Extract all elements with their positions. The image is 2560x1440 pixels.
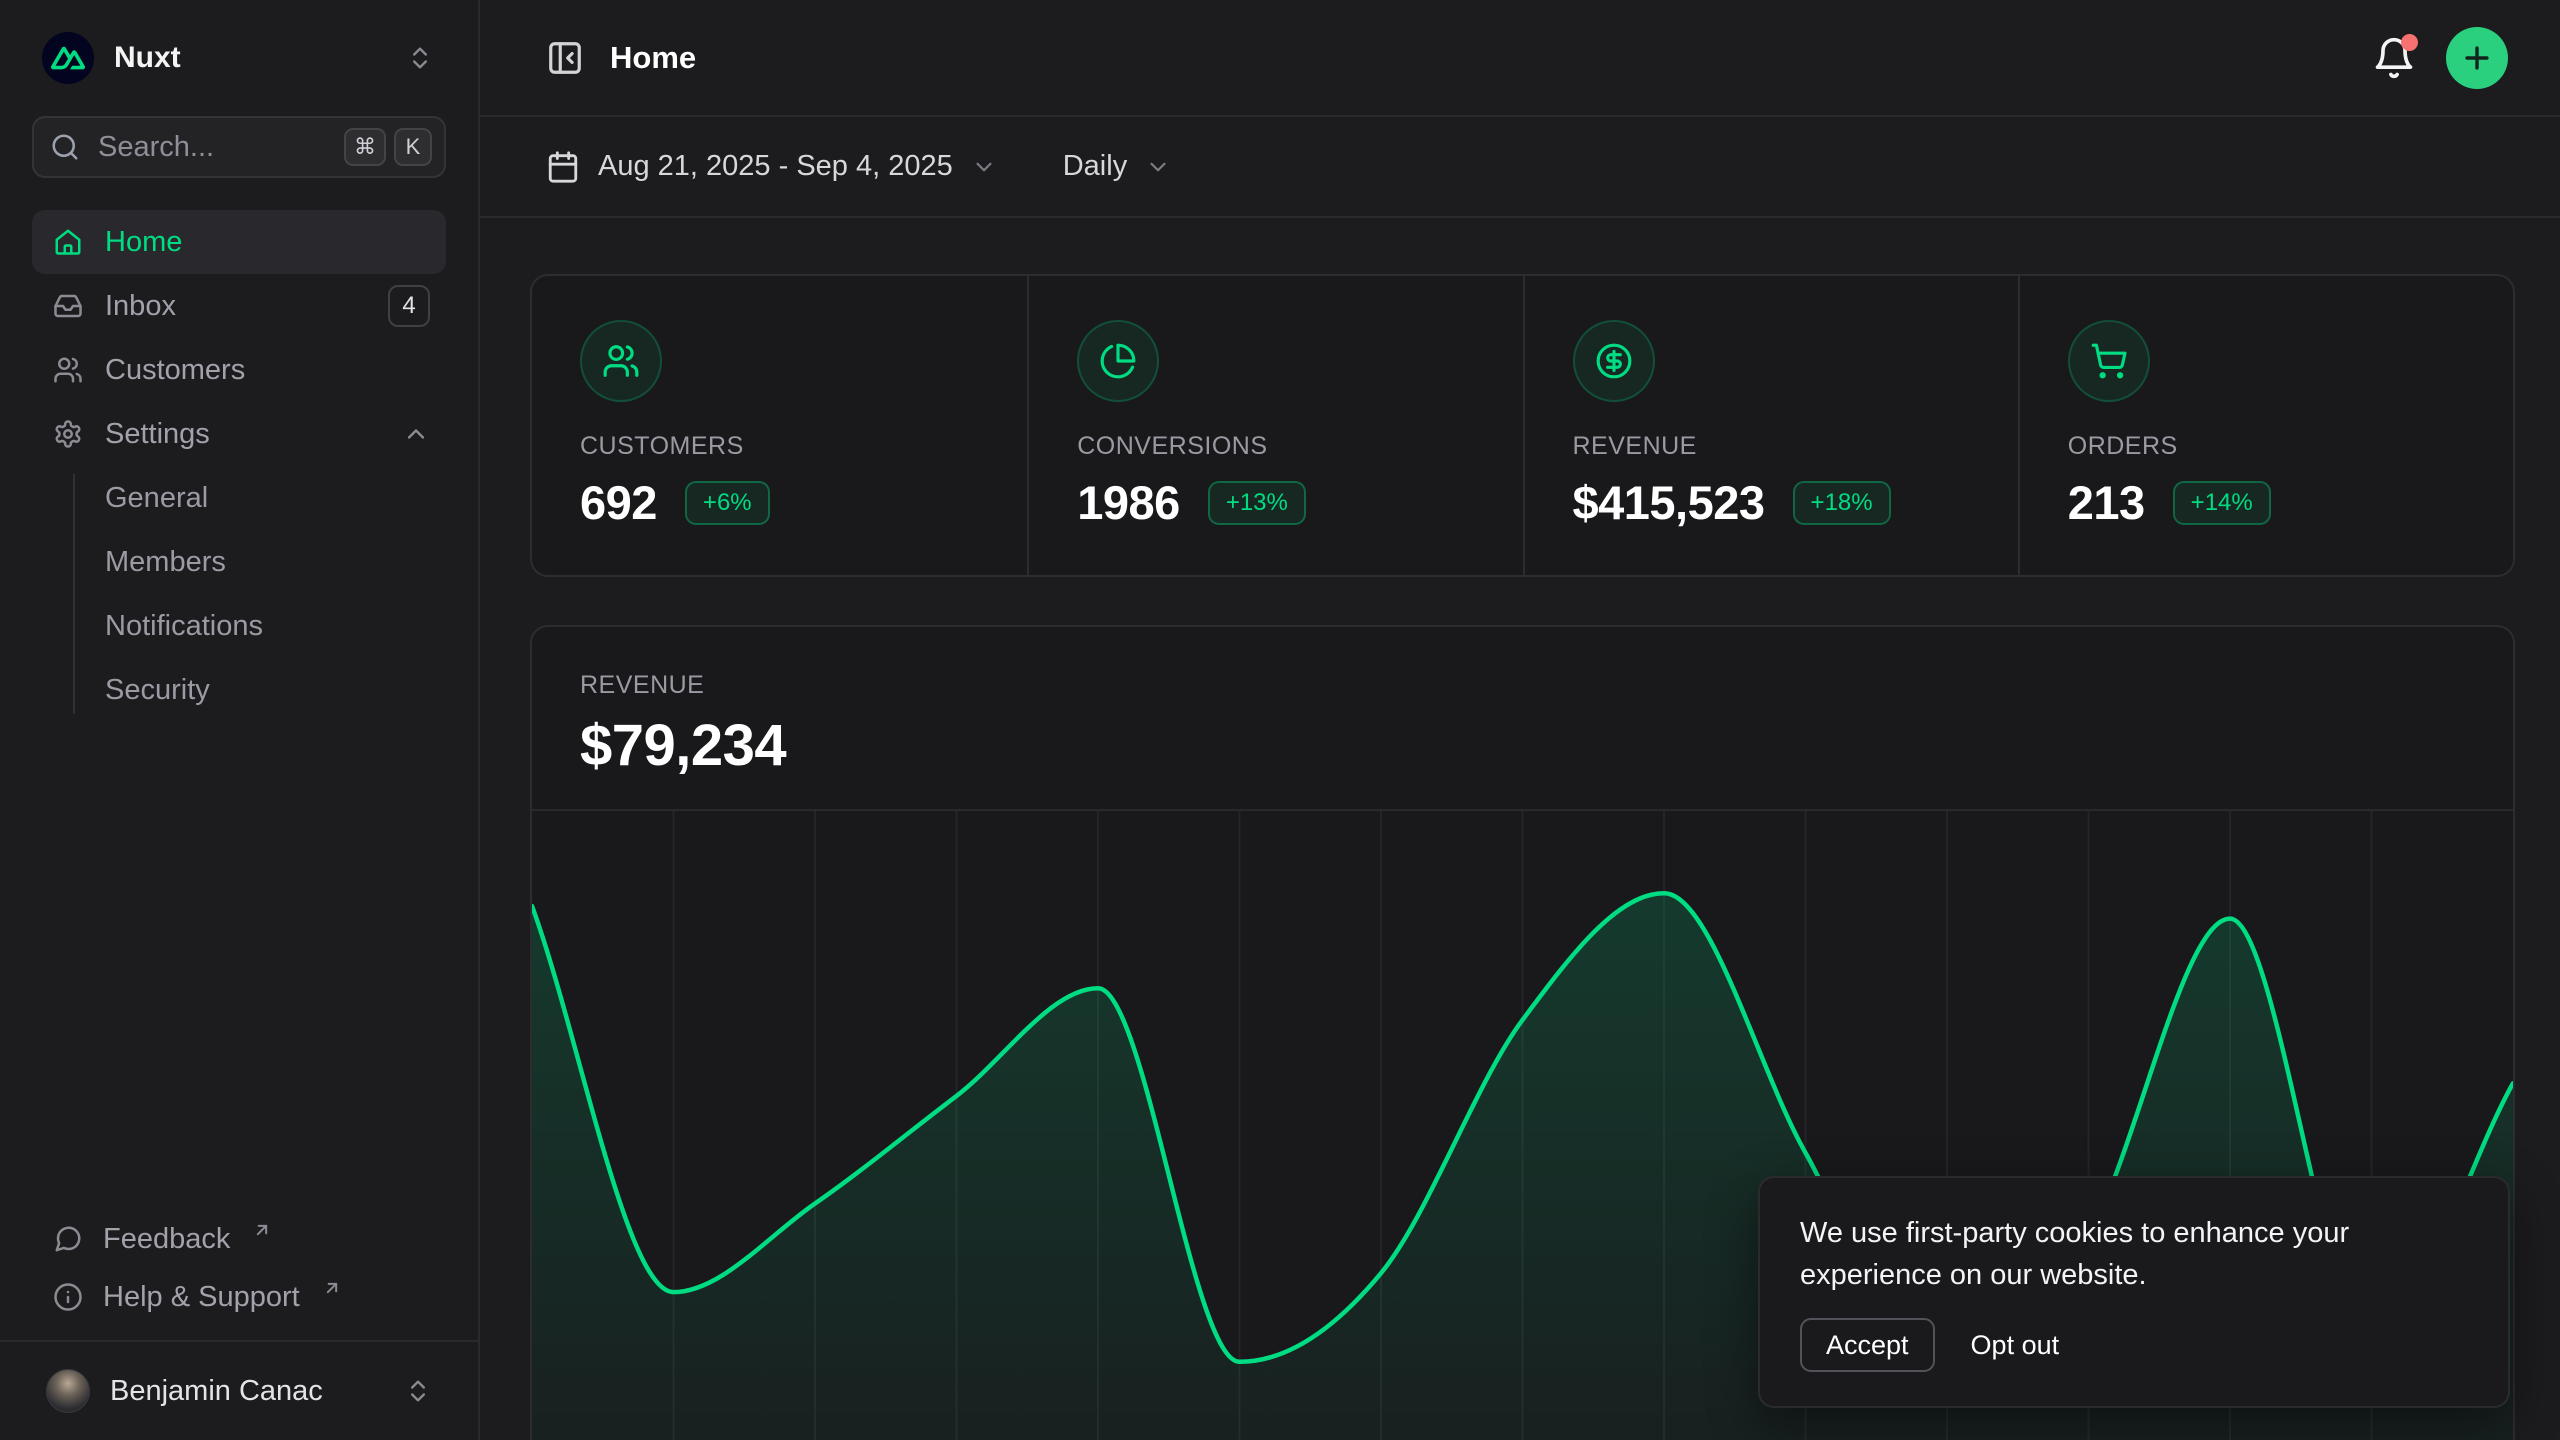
cookie-actions: Accept Opt out — [1800, 1318, 2468, 1372]
sidebar-item-label: Inbox — [105, 290, 176, 323]
cookie-message: We use first-party cookies to enhance yo… — [1800, 1212, 2468, 1296]
command-kbd: ⌘ — [344, 128, 386, 166]
sub-item-label: Members — [105, 546, 226, 579]
nuxt-logo-icon — [42, 32, 94, 84]
chevrons-up-down-icon — [406, 44, 434, 72]
stat-label: CONVERSIONS — [1077, 432, 1267, 461]
search-icon — [50, 132, 80, 162]
sidebar-item-security[interactable]: Security — [32, 658, 446, 722]
sub-item-label: Security — [105, 674, 210, 707]
message-circle-icon — [53, 1224, 83, 1254]
inbox-count-badge: 4 — [388, 285, 430, 327]
revenue-chart-header: REVENUE $79,234 — [532, 627, 2513, 779]
info-circle-icon — [53, 1282, 83, 1312]
stat-label: CUSTOMERS — [580, 432, 744, 461]
sidebar-item-label: Customers — [105, 354, 245, 387]
feedback-link[interactable]: Feedback — [32, 1210, 446, 1268]
stat-delta-badge: +6% — [685, 481, 770, 525]
chevron-down-icon — [971, 154, 997, 180]
revenue-chart-value: $79,234 — [580, 712, 2465, 779]
sidebar-item-notifications[interactable]: Notifications — [32, 594, 446, 658]
workspace-switcher[interactable]: Nuxt — [32, 20, 446, 96]
stat-value: 692 — [580, 475, 657, 530]
page-title: Home — [610, 40, 696, 76]
shopping-cart-icon — [2090, 342, 2128, 380]
stat-delta-badge: +14% — [2173, 481, 2271, 525]
sidebar-item-label: Settings — [105, 418, 210, 451]
calendar-icon — [546, 150, 580, 184]
sidebar-footer-links: Feedback Help & Support — [32, 1210, 446, 1326]
revenue-chart-label: REVENUE — [580, 671, 2465, 700]
opt-out-button[interactable]: Opt out — [1961, 1318, 2070, 1372]
period-select[interactable]: Daily — [1063, 150, 1171, 183]
sub-item-label: General — [105, 482, 208, 515]
sidebar-item-members[interactable]: Members — [32, 530, 446, 594]
accept-button[interactable]: Accept — [1800, 1318, 1935, 1372]
collapse-sidebar-button[interactable] — [546, 39, 584, 77]
sidebar-item-settings[interactable]: Settings — [32, 402, 446, 466]
notifications-button[interactable] — [2372, 36, 2416, 80]
notification-dot — [2401, 34, 2418, 51]
gear-icon — [53, 419, 83, 449]
stat-icon-badge — [580, 320, 662, 402]
home-icon — [53, 227, 83, 257]
inbox-icon — [53, 291, 83, 321]
chevrons-up-down-icon — [404, 1377, 432, 1405]
add-button[interactable] — [2446, 27, 2508, 89]
search-shortcut: ⌘ K — [344, 128, 432, 166]
stat-value: $415,523 — [1573, 475, 1765, 530]
date-range-label: Aug 21, 2025 - Sep 4, 2025 — [598, 150, 953, 183]
plus-icon — [2460, 41, 2494, 75]
settings-subnav: General Members Notifications Security — [32, 466, 446, 722]
sidebar-spacer — [0, 722, 478, 1210]
sidebar-nav: Home Inbox 4 Customers Settings General … — [32, 210, 446, 722]
user-menu[interactable]: Benjamin Canac — [32, 1342, 446, 1440]
chevron-up-icon — [402, 420, 430, 448]
sidebar: Nuxt Search... ⌘ K Home Inbox 4 Customer… — [0, 0, 480, 1440]
link-label: Help & Support — [103, 1281, 300, 1314]
sidebar-item-customers[interactable]: Customers — [32, 338, 446, 402]
avatar — [46, 1369, 90, 1413]
external-link-icon — [322, 1278, 342, 1298]
panel-collapse-icon — [546, 39, 584, 77]
stat-orders[interactable]: ORDERS 213 +14% — [2018, 276, 2513, 575]
stats-card: CUSTOMERS 692 +6% CONVERSIONS 1986 +13% — [530, 274, 2515, 577]
pie-chart-icon — [1099, 342, 1137, 380]
stat-conversions[interactable]: CONVERSIONS 1986 +13% — [1027, 276, 1522, 575]
workspace-name: Nuxt — [114, 41, 181, 75]
stat-delta-badge: +18% — [1793, 481, 1891, 525]
external-link-icon — [252, 1220, 272, 1240]
users-icon — [53, 355, 83, 385]
stat-value: 213 — [2068, 475, 2145, 530]
stat-revenue[interactable]: REVENUE $415,523 +18% — [1523, 276, 2018, 575]
stat-value: 1986 — [1077, 475, 1180, 530]
page-header: Home — [480, 0, 2560, 117]
chevron-down-icon — [1145, 154, 1171, 180]
stat-icon-badge — [2068, 320, 2150, 402]
cookie-banner: We use first-party cookies to enhance yo… — [1758, 1176, 2510, 1408]
period-label: Daily — [1063, 150, 1127, 183]
search-placeholder: Search... — [98, 131, 214, 164]
sidebar-item-general[interactable]: General — [32, 466, 446, 530]
header-actions — [2372, 27, 2508, 89]
help-support-link[interactable]: Help & Support — [32, 1268, 446, 1326]
stat-label: REVENUE — [1573, 432, 1697, 461]
filters-toolbar: Aug 21, 2025 - Sep 4, 2025 Daily — [480, 117, 2560, 218]
users-icon — [602, 342, 640, 380]
stat-icon-badge — [1573, 320, 1655, 402]
search-input[interactable]: Search... ⌘ K — [32, 116, 446, 178]
stat-icon-badge — [1077, 320, 1159, 402]
stat-delta-badge: +13% — [1208, 481, 1306, 525]
sidebar-item-home[interactable]: Home — [32, 210, 446, 274]
k-kbd: K — [394, 128, 432, 166]
stat-customers[interactable]: CUSTOMERS 692 +6% — [532, 276, 1027, 575]
date-range-picker[interactable]: Aug 21, 2025 - Sep 4, 2025 — [546, 150, 997, 184]
dollar-circle-icon — [1595, 342, 1633, 380]
user-name: Benjamin Canac — [110, 1375, 323, 1408]
link-label: Feedback — [103, 1223, 230, 1256]
sidebar-item-label: Home — [105, 226, 182, 259]
sub-item-label: Notifications — [105, 610, 263, 643]
sidebar-item-inbox[interactable]: Inbox 4 — [32, 274, 446, 338]
stat-label: ORDERS — [2068, 432, 2178, 461]
